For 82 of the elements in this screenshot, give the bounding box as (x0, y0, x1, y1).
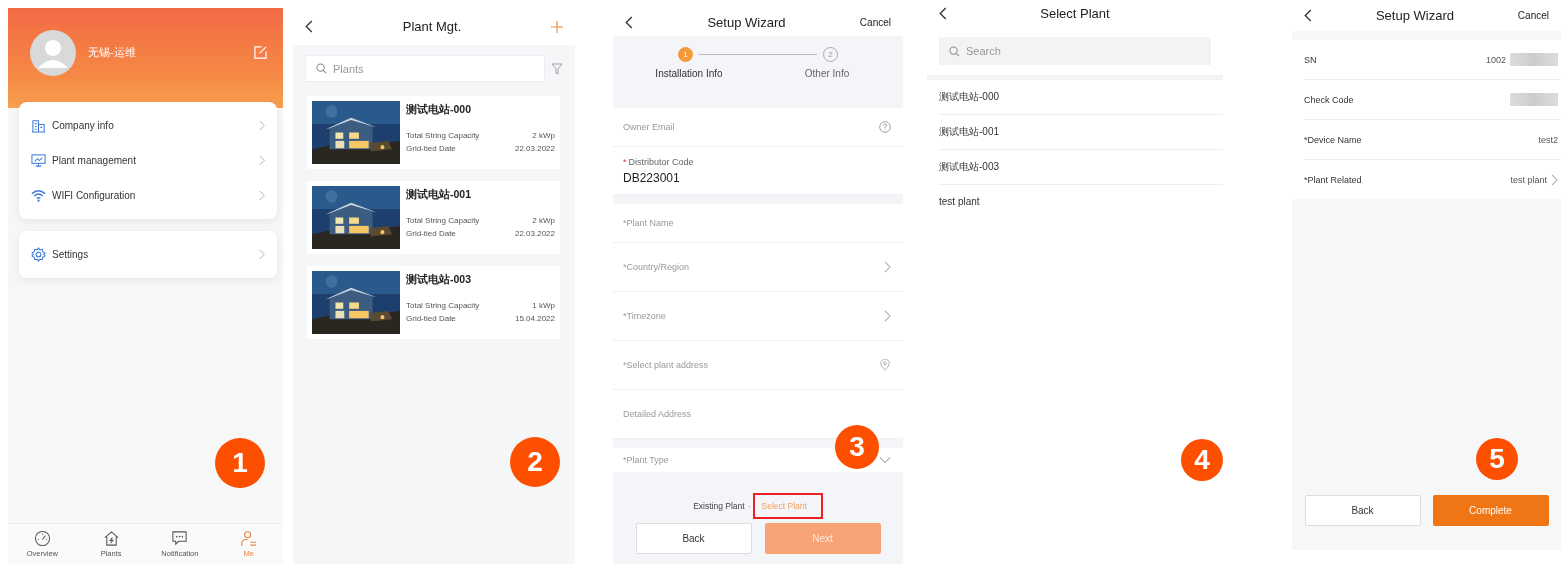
chevron-down-icon[interactable] (879, 454, 891, 466)
plant-list-item[interactable]: 测试电站-003 (939, 150, 1223, 185)
add-icon[interactable] (551, 20, 563, 33)
field-label: *Plant Related (1304, 174, 1362, 185)
date-label: Grid-tied Date (406, 143, 456, 155)
filter-icon[interactable] (551, 62, 563, 75)
person-icon (240, 530, 258, 547)
cancel-link[interactable]: Cancel (859, 16, 891, 28)
wifi-icon (31, 188, 46, 203)
search-icon (316, 63, 327, 74)
chevron-right-icon (259, 120, 265, 131)
field-label: SN (1304, 54, 1317, 65)
redaction-block (1510, 93, 1558, 106)
plant-list-item[interactable]: 测试电站-000 (939, 80, 1223, 115)
edit-icon[interactable] (254, 46, 267, 59)
screen-title: Setup Wizard (706, 14, 787, 30)
menu-item[interactable]: Plant management (19, 143, 277, 178)
date-value: 22.03.2022 (514, 228, 555, 240)
plant-card[interactable]: 测试电站-001 Total String Capacity 2 kWp Grid-tied Date 22.03.2022 (307, 181, 560, 254)
chat-icon (171, 530, 189, 547)
location-pin-icon[interactable] (879, 359, 891, 371)
field-value: 1002 (1485, 54, 1506, 65)
avatar-icon (30, 30, 76, 76)
cancel-link[interactable]: Cancel (1517, 10, 1549, 21)
plant-card[interactable]: 测试电站-003 Total String Capacity 1 kWp Grid-tied Date 15.04.2022 (307, 266, 560, 339)
chevron-right-icon (259, 249, 265, 260)
plant-list-item[interactable]: 测试电站-001 (939, 115, 1223, 150)
capacity-value: 2 kWp (532, 215, 555, 227)
existing-plant-label: Existing Plant (693, 501, 745, 511)
plant-card[interactable]: 测试电站-000 Total String Capacity 2 kWp Grid-tied Date 22.03.2022 (307, 96, 560, 169)
plant-name: 测试电站-000 (406, 103, 472, 117)
capacity-label: Total String Capacity (406, 130, 480, 142)
plant-name: 测试电站-001 (406, 188, 472, 202)
screen-title: Select Plant (1039, 6, 1111, 21)
plant-list-item[interactable]: test plant (939, 185, 1223, 219)
chevron-right-icon (884, 310, 891, 322)
date-value: 15.04.2022 (514, 313, 555, 325)
gauge-icon (33, 530, 51, 547)
capacity-label: Total String Capacity (406, 215, 480, 227)
back-icon[interactable] (625, 15, 633, 29)
monitor-icon (31, 153, 46, 168)
separator-dot: · (747, 501, 751, 511)
redaction-block (1510, 53, 1558, 66)
screen-title: Setup Wizard (1374, 8, 1455, 23)
menu-item[interactable]: Company info (19, 108, 277, 143)
step-number: 1 (678, 47, 693, 62)
capacity-value: 2 kWp (532, 130, 555, 142)
field-label: *Device Name (1304, 134, 1362, 145)
back-button[interactable]: Back (635, 523, 752, 554)
step-badge: 1 (215, 438, 265, 488)
step-badge: 2 (510, 437, 560, 487)
search-icon (949, 45, 960, 57)
field-value: test plant (1510, 174, 1547, 185)
chevron-right-icon (259, 190, 265, 201)
date-label: Grid-tied Date (406, 313, 456, 325)
plant-name: 测试电站-003 (406, 273, 472, 287)
menu-item[interactable]: WIFI Configuration (19, 178, 277, 213)
step-label: Other Info (803, 68, 851, 79)
menu-item[interactable]: Settings (19, 237, 277, 272)
capacity-value: 1 kWp (532, 300, 555, 312)
chevron-right-icon (259, 155, 265, 166)
step-badge: 4 (1181, 439, 1223, 481)
chevron-right-icon (884, 261, 891, 273)
building-icon (31, 118, 46, 133)
step-label: Installation Info (654, 68, 724, 79)
back-icon[interactable] (1304, 9, 1312, 22)
chevron-right-icon (1551, 173, 1558, 186)
field-value: test2 (1538, 134, 1558, 145)
back-button[interactable]: Back (1304, 495, 1421, 526)
field-label: Check Code (1304, 94, 1354, 105)
step-badge: 5 (1476, 438, 1518, 480)
date-label: Grid-tied Date (406, 228, 456, 240)
user-name: 无锡-运维 (88, 45, 137, 60)
screen-title: Plant Mgt. (401, 19, 463, 34)
date-value: 22.03.2022 (514, 143, 555, 155)
back-icon[interactable] (305, 20, 313, 33)
house-icon (102, 530, 120, 547)
capacity-label: Total String Capacity (406, 300, 480, 312)
back-icon[interactable] (939, 7, 947, 20)
input-field[interactable]: * Distributor Code DB223001 (613, 147, 903, 195)
settings-icon (31, 247, 46, 262)
help-icon[interactable] (879, 121, 891, 133)
